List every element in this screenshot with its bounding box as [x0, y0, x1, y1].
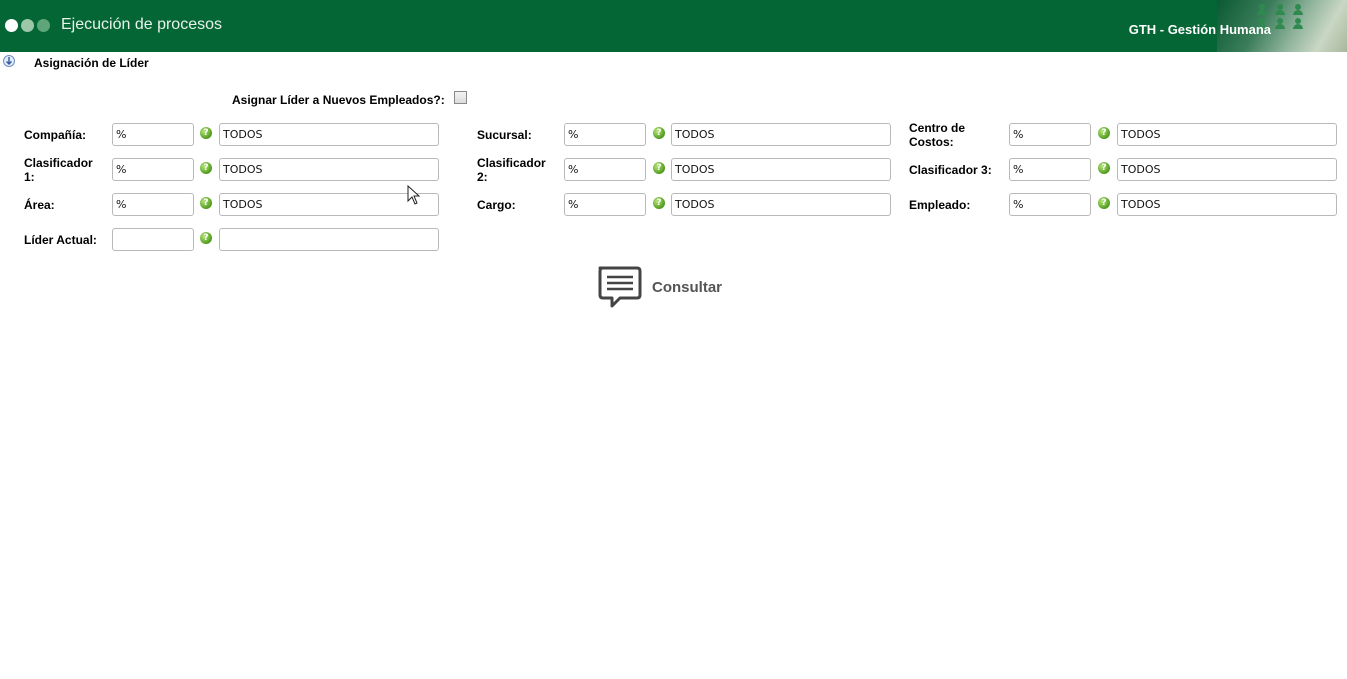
- dot-icon: [37, 19, 50, 32]
- empleado-label: Empleado:: [909, 198, 971, 212]
- lider-actual-code-input[interactable]: [112, 228, 194, 251]
- area-label: Área:: [24, 198, 55, 212]
- page-title: Asignación de Líder: [34, 56, 149, 70]
- person-icon: [1255, 4, 1269, 16]
- consultar-label: Consultar: [652, 278, 723, 296]
- centro-costos-desc-input[interactable]: TODOS: [1117, 123, 1337, 146]
- clasificador1-desc-input[interactable]: TODOS: [219, 158, 439, 181]
- help-icon[interactable]: ?: [653, 197, 665, 209]
- area-desc-input[interactable]: TODOS: [219, 193, 439, 216]
- help-icon[interactable]: ?: [1098, 127, 1110, 139]
- cargo-code-input[interactable]: %: [564, 193, 646, 216]
- help-icon[interactable]: ?: [1098, 197, 1110, 209]
- help-icon[interactable]: ?: [200, 162, 212, 174]
- person-icon: [1291, 4, 1305, 16]
- help-icon[interactable]: ?: [200, 197, 212, 209]
- mouse-cursor-icon: [407, 185, 421, 205]
- person-icon: [1291, 18, 1305, 30]
- area-code-input[interactable]: %: [112, 193, 194, 216]
- app-header: Ejecución de procesos GTH - Gestión Huma…: [0, 0, 1347, 52]
- clasificador3-desc-input[interactable]: TODOS: [1117, 158, 1337, 181]
- person-icon: [1273, 4, 1287, 16]
- help-icon[interactable]: ?: [200, 232, 212, 244]
- cargo-label: Cargo:: [477, 198, 516, 212]
- empleado-code-input[interactable]: %: [1009, 193, 1091, 216]
- clasificador3-code-input[interactable]: %: [1009, 158, 1091, 181]
- consultar-button[interactable]: Consultar: [596, 264, 722, 310]
- module-title: GTH - Gestión Humana: [1128, 22, 1271, 37]
- dot-icon: [5, 19, 18, 32]
- clasificador3-label: Clasificador 3:: [909, 163, 992, 177]
- cargo-desc-input[interactable]: TODOS: [671, 193, 891, 216]
- clasificador2-desc-input[interactable]: TODOS: [671, 158, 891, 181]
- app-title: Ejecución de procesos: [61, 16, 222, 33]
- clasificador2-label: Clasificador 2:: [477, 156, 546, 184]
- sucursal-code-input[interactable]: %: [564, 123, 646, 146]
- sucursal-label: Sucursal:: [477, 128, 532, 142]
- compania-code-input[interactable]: %: [112, 123, 194, 146]
- chat-icon: [598, 266, 642, 308]
- help-icon[interactable]: ?: [653, 127, 665, 139]
- compania-desc-input[interactable]: TODOS: [219, 123, 439, 146]
- lider-actual-label: Líder Actual:: [24, 233, 97, 247]
- clasificador2-code-input[interactable]: %: [564, 158, 646, 181]
- compania-label: Compañía:: [24, 128, 87, 142]
- sucursal-desc-input[interactable]: TODOS: [671, 123, 891, 146]
- help-icon[interactable]: ?: [200, 127, 212, 139]
- help-icon[interactable]: ?: [1098, 162, 1110, 174]
- centro-costos-label: Centro de Costos:: [909, 121, 966, 149]
- lider-actual-desc-input[interactable]: [219, 228, 439, 251]
- collapse-icon[interactable]: [3, 55, 15, 67]
- clasificador1-label: Clasificador 1:: [24, 156, 93, 184]
- empleado-desc-input[interactable]: TODOS: [1117, 193, 1337, 216]
- assign-new-employees-checkbox[interactable]: [454, 91, 467, 104]
- centro-costos-code-input[interactable]: %: [1009, 123, 1091, 146]
- person-icon: [1273, 18, 1287, 30]
- help-icon[interactable]: ?: [653, 162, 665, 174]
- dot-icon: [21, 19, 34, 32]
- assign-new-employees-label: Asignar Líder a Nuevos Empleados?:: [232, 93, 445, 107]
- clasificador1-code-input[interactable]: %: [112, 158, 194, 181]
- window-dots: [5, 19, 50, 32]
